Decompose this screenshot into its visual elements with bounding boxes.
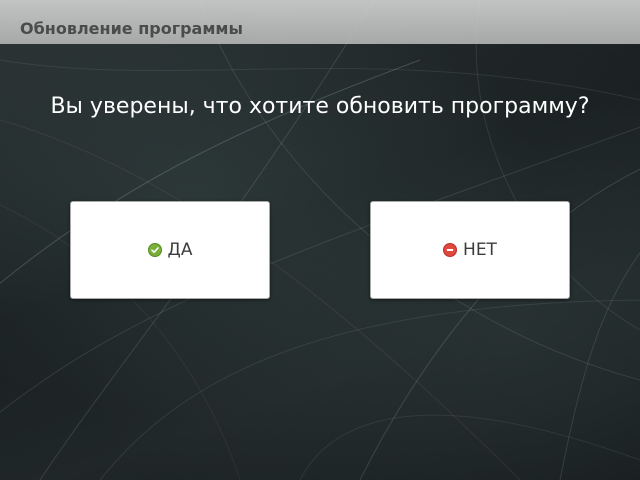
no-button[interactable]: НЕТ [370,201,570,299]
yes-button-label: ДА [167,240,193,260]
check-circle-icon [147,243,162,257]
no-button-label: НЕТ [463,240,497,260]
window-title: Обновление программы [20,19,243,38]
confirmation-question: Вы уверены, что хотите обновить программ… [50,94,590,119]
yes-button[interactable]: ДА [70,201,270,299]
minus-circle-icon [443,243,458,257]
title-bar: Обновление программы [0,0,640,44]
